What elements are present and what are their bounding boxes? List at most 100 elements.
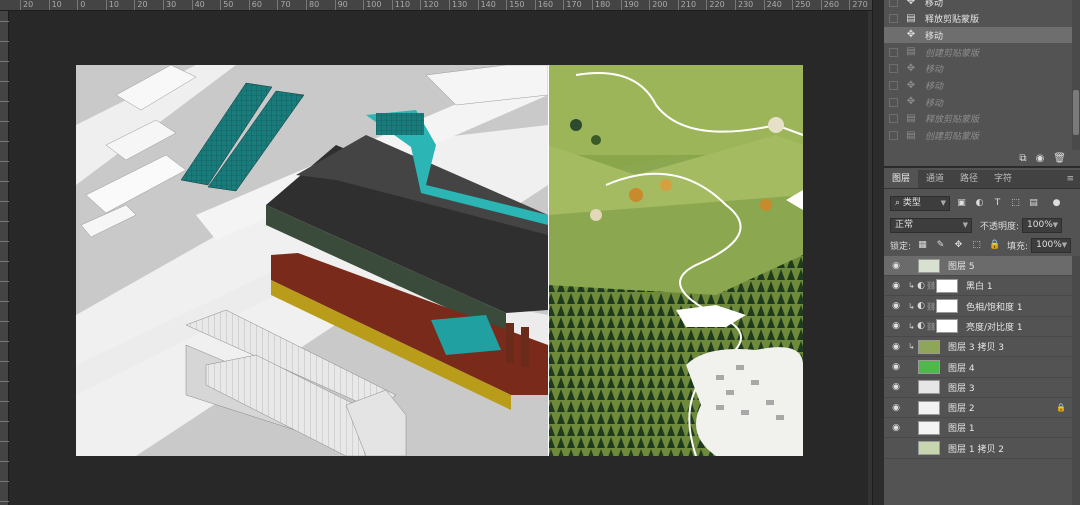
blend-mode-select[interactable]: 正常 ▼: [890, 217, 972, 233]
eye-icon[interactable]: ◉: [888, 261, 904, 271]
camera-icon[interactable]: ◉: [1036, 153, 1045, 164]
layer-row[interactable]: ◉ 图层 1: [884, 418, 1072, 439]
ruler-top[interactable]: 20 10 0 10 20 30 40 50 60 70 80 90 100 110 120 130 140 15…: [0, 0, 872, 11]
history-item[interactable]: ✥ 移动: [884, 27, 1072, 44]
history-item[interactable]: ✥ 移动: [884, 78, 1072, 94]
layer-name[interactable]: 图层 3 拷贝 3: [948, 340, 1004, 353]
history-snapshot-checkbox[interactable]: [889, 30, 898, 40]
history-item[interactable]: ▤ 释放剪贴蒙版: [884, 111, 1072, 127]
history-snapshot-checkbox[interactable]: [889, 0, 898, 7]
history-snapshot-checkbox[interactable]: [889, 81, 898, 90]
tab-paths[interactable]: 路径: [952, 170, 986, 188]
layer-thumbnail[interactable]: [918, 360, 940, 374]
history-snapshot-checkbox[interactable]: [889, 64, 898, 74]
layer-mask-thumbnail[interactable]: [936, 299, 958, 314]
eye-icon[interactable]: ◉: [888, 362, 904, 372]
tab-layers[interactable]: 图层: [884, 170, 919, 188]
layer-name[interactable]: 图层 1: [948, 421, 975, 434]
link-icon[interactable]: ⛓: [926, 322, 936, 331]
eye-icon[interactable]: ◉: [888, 382, 904, 392]
layer-thumbnail[interactable]: [918, 380, 940, 395]
lock-move-icon[interactable]: ✥: [952, 239, 965, 252]
layer-row[interactable]: ◉ 图层 3: [884, 378, 1072, 398]
layer-name[interactable]: 图层 3: [948, 381, 975, 394]
layer-row[interactable]: ◉ 图层 4: [884, 358, 1072, 378]
eye-icon[interactable]: ◉: [888, 403, 904, 413]
history-snapshot-checkbox[interactable]: [889, 114, 898, 124]
lock-brush-icon[interactable]: ✎: [934, 239, 947, 252]
history-item[interactable]: ▤ 创建剪贴蒙版: [884, 44, 1072, 60]
layer-row[interactable]: ◉ ↳ 图层 3 拷贝 3: [884, 337, 1072, 358]
eye-icon[interactable]: ◉: [888, 281, 904, 291]
layer-thumbnail[interactable]: [918, 420, 940, 435]
filter-smart-icon[interactable]: ▤: [1027, 197, 1040, 210]
layer-thumbnail[interactable]: [918, 258, 940, 273]
workspace[interactable]: 20 10 0 10 20 30 40 50 60 70 80 90 100 110 120 130 140 15…: [0, 0, 872, 505]
layer-thumbnail[interactable]: [918, 339, 940, 354]
layer-row[interactable]: ◉ 图层 1 拷贝 2: [884, 439, 1072, 459]
forest-plan: [548, 65, 803, 456]
layer-name[interactable]: 图层 1 拷贝 2: [948, 442, 1004, 455]
history-snapshot-checkbox[interactable]: [889, 97, 898, 107]
history-scroll-thumb[interactable]: [1073, 90, 1079, 135]
eye-icon[interactable]: ◉: [888, 301, 904, 311]
blend-row: 正常 ▼ 不透明度: 100% ▼: [884, 215, 1080, 235]
tab-channels[interactable]: 通道: [918, 170, 952, 188]
eye-icon[interactable]: ◉: [888, 423, 904, 433]
document-icon: ▤: [906, 12, 916, 24]
filter-toggle-icon[interactable]: ●: [1050, 197, 1063, 210]
link-icon[interactable]: ⛓: [926, 302, 936, 311]
document-canvas[interactable]: [76, 65, 803, 456]
layers-scrollbar[interactable]: [1072, 256, 1080, 505]
link-icon[interactable]: ⛓: [926, 281, 936, 290]
eye-icon[interactable]: ◉: [888, 321, 904, 331]
filter-kind-select[interactable]: ⌕ 类型 ▼: [890, 195, 950, 211]
layer-name[interactable]: 图层 4: [948, 361, 975, 374]
layer-mask-thumbnail[interactable]: [936, 278, 958, 293]
history-item[interactable]: ✥ 移动: [884, 94, 1072, 110]
eye-icon[interactable]: ◉: [888, 443, 904, 453]
layer-name[interactable]: 亮度/对比度 1: [966, 320, 1023, 333]
panel-menu-icon[interactable]: ≡: [1066, 170, 1080, 188]
ruler-left[interactable]: [0, 11, 9, 505]
history-item[interactable]: ▤ 创建剪贴蒙版: [884, 128, 1072, 144]
ruler-vtick: [0, 401, 9, 402]
layer-row[interactable]: ◉ 图层 2 🔒: [884, 398, 1072, 419]
filter-pixel-icon[interactable]: ▣: [955, 197, 968, 210]
layer-thumbnail[interactable]: [918, 441, 940, 456]
layer-mask-thumbnail[interactable]: [936, 319, 958, 334]
layer-thumbnail[interactable]: [918, 400, 940, 415]
fill-field[interactable]: 100% ▼: [1031, 237, 1072, 253]
history-snapshot-checkbox[interactable]: [889, 47, 898, 57]
opacity-field[interactable]: 100% ▼: [1022, 217, 1063, 233]
layer-row[interactable]: ◉ 图层 5: [884, 256, 1072, 276]
layer-name[interactable]: 黑白 1: [966, 279, 993, 292]
opacity-value: 100%: [1027, 219, 1053, 230]
filter-adjust-icon[interactable]: ◐: [973, 197, 986, 210]
lock-artboard-icon[interactable]: ⬚: [970, 239, 983, 252]
history-snapshot-checkbox[interactable]: [889, 14, 898, 24]
lock-label: 锁定:: [890, 241, 912, 252]
lock-all-icon[interactable]: 🔒: [988, 239, 1001, 252]
layer-row[interactable]: ◉ ↳ ◐ ⛓ 黑白 1: [884, 276, 1072, 297]
layer-name[interactable]: 图层 2: [948, 401, 975, 414]
panel-collapse-strip[interactable]: [872, 0, 884, 505]
eye-icon[interactable]: ◉: [888, 342, 904, 352]
filter-type-icon[interactable]: T: [991, 197, 1004, 210]
history-item[interactable]: ✥ 移动: [884, 0, 1072, 10]
layer-row[interactable]: ◉ ↳ ◐ ⛓ 亮度/对比度 1: [884, 317, 1072, 337]
history-item-label: 创建剪贴蒙版: [925, 132, 980, 143]
history-scrollbar[interactable]: [1072, 0, 1080, 150]
history-snapshot-checkbox[interactable]: [889, 131, 898, 141]
layer-row[interactable]: ◉ ↳ ◐ ⛓ 色相/饱和度 1: [884, 297, 1072, 317]
lock-row: 锁定: ▦ ✎ ✥ ⬚ 🔒 填充: 100% ▼: [884, 235, 1080, 255]
tab-character[interactable]: 字符: [986, 170, 1020, 188]
layer-name[interactable]: 色相/饱和度 1: [966, 300, 1023, 313]
lock-transparent-icon[interactable]: ▦: [916, 239, 929, 252]
history-item[interactable]: ✥ 移动: [884, 61, 1072, 77]
snapshot-icon[interactable]: ⧉: [1019, 153, 1026, 164]
history-item[interactable]: ▤ 释放剪贴蒙版: [884, 11, 1072, 27]
trash-icon[interactable]: 🗑: [1053, 153, 1066, 164]
layer-name[interactable]: 图层 5: [948, 259, 975, 272]
filter-shape-icon[interactable]: ⬚: [1009, 197, 1022, 210]
